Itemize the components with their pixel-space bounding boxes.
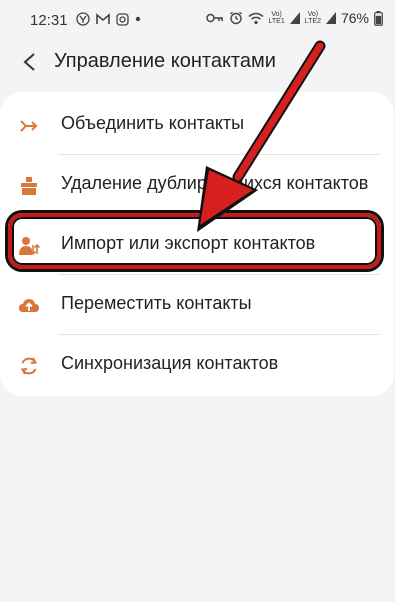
status-bar: 12:31 Vo) LTE1 Vo) LTE2 76% — [0, 0, 395, 42]
merge-icon — [20, 120, 38, 132]
cloud-upload-icon — [19, 299, 39, 312]
signal2-icon — [325, 12, 336, 24]
delete-duplicates-icon — [21, 177, 37, 195]
battery-icon — [374, 10, 383, 26]
status-right-icons: Vo) LTE1 Vo) LTE2 76% — [205, 10, 383, 26]
dot-icon — [135, 16, 141, 22]
menu-item-label: Синхронизация контактов — [61, 353, 279, 373]
page-title: Управление контактами — [54, 50, 276, 72]
battery-percent: 76% — [340, 10, 369, 26]
highlight-frame — [8, 213, 381, 269]
gmail-icon — [96, 13, 110, 24]
status-time: 12:31 — [30, 12, 68, 29]
alarm-icon — [229, 11, 242, 25]
menu-item-merge-contacts[interactable]: Объединить контакты — [0, 95, 394, 155]
key-icon — [205, 13, 223, 23]
sim1-label: Vo) LTE1 — [268, 11, 285, 25]
signal1-icon — [289, 12, 300, 24]
menu-item-sync-contacts[interactable]: Синхронизация контактов — [0, 335, 394, 395]
menu-item-label: Удаление дублирующихся контактов — [61, 173, 369, 193]
sync-icon — [20, 357, 38, 375]
back-button[interactable] — [16, 48, 44, 76]
wifi-icon — [248, 12, 264, 24]
yahoo-icon — [76, 12, 90, 26]
menu-item-move-contacts[interactable]: Переместить контакты — [0, 275, 394, 335]
menu-item-delete-duplicates[interactable]: Удаление дублирующихся контактов — [0, 155, 394, 215]
chevron-left-icon — [23, 53, 35, 71]
status-left-icons — [76, 12, 141, 26]
sim2-label: Vo) LTE2 — [304, 11, 321, 25]
instagram-icon — [116, 12, 129, 26]
menu-item-label: Переместить контакты — [61, 293, 252, 313]
app-header: Управление контактами — [0, 42, 395, 82]
menu-item-label: Объединить контакты — [61, 113, 245, 133]
